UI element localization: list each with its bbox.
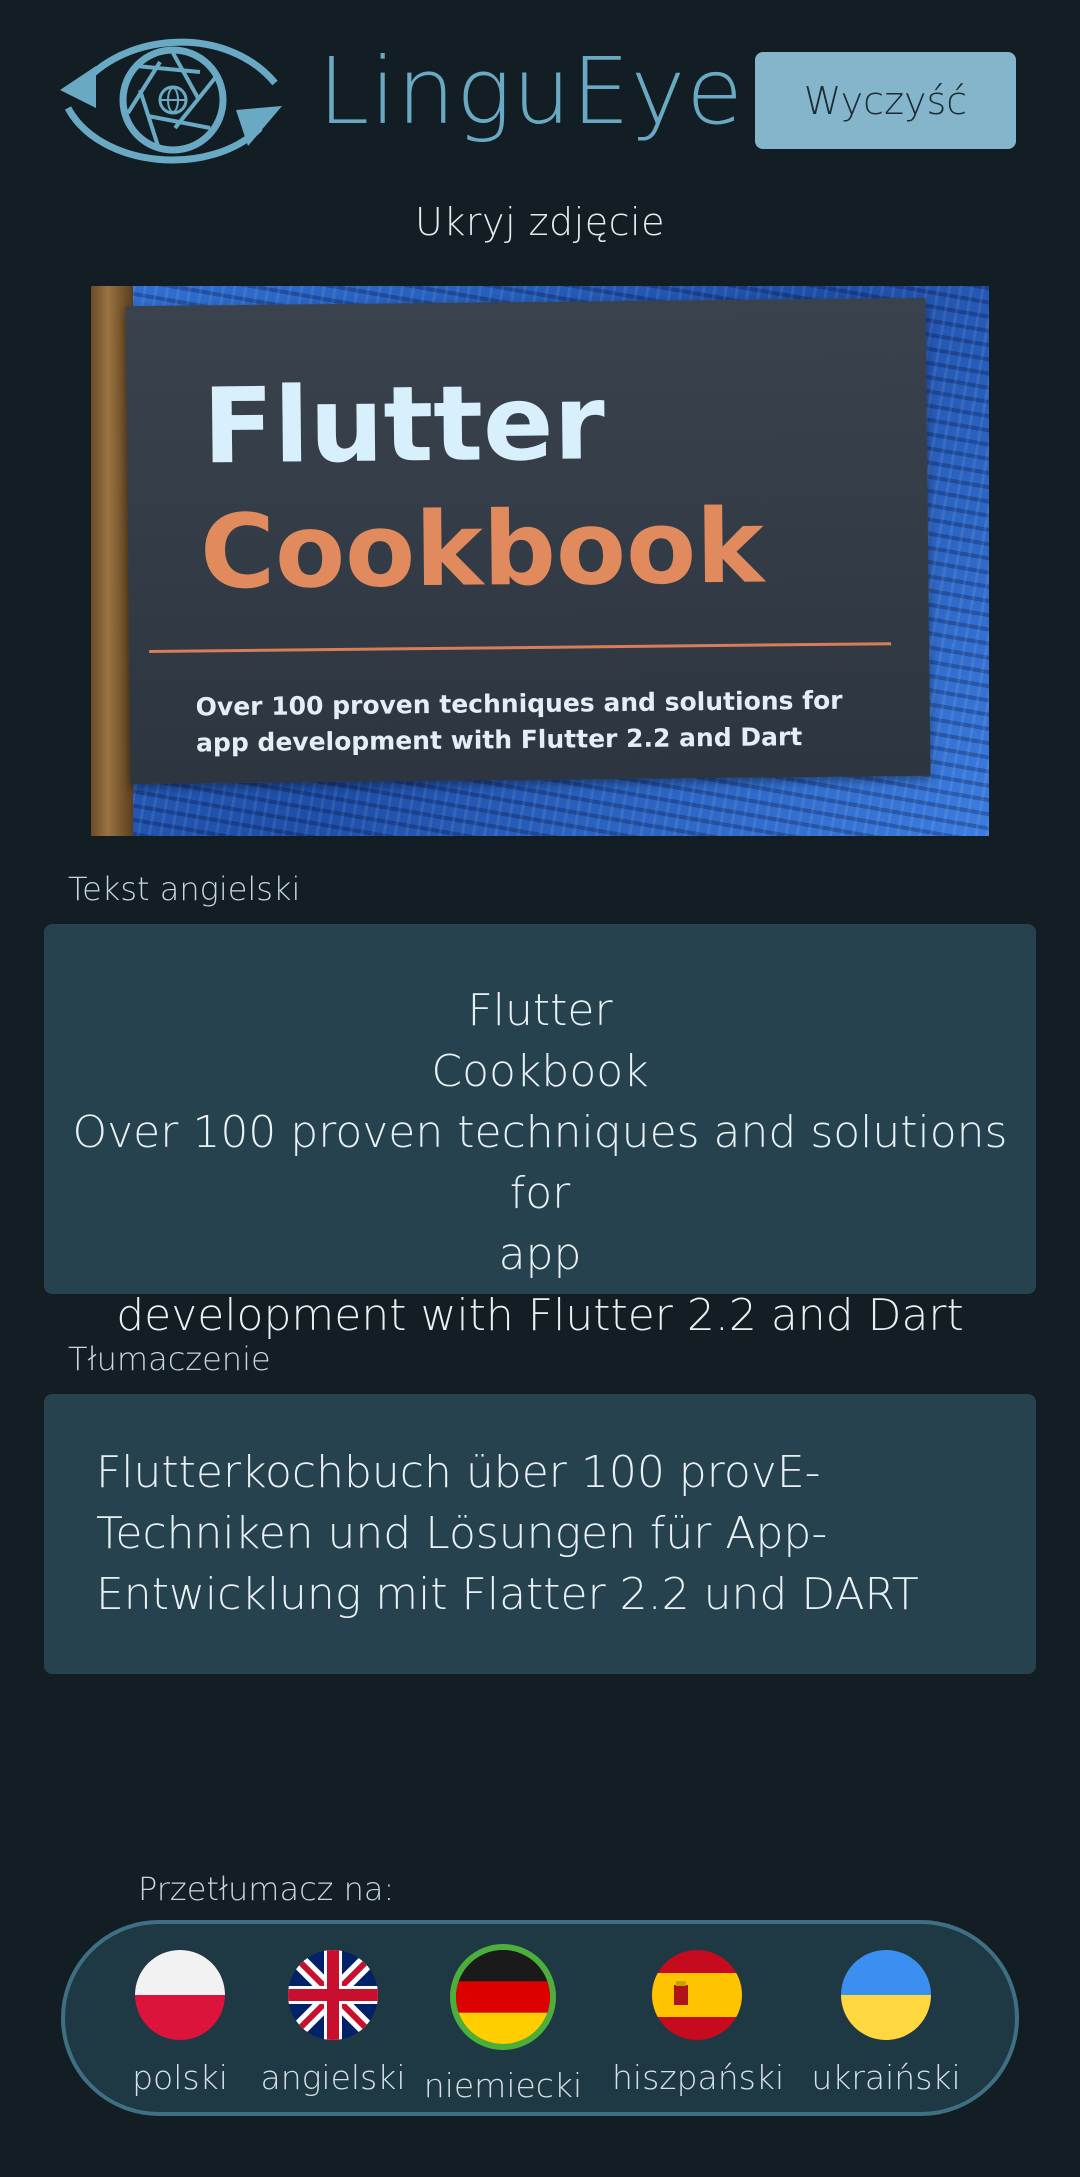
ukraine-flag-icon (841, 1950, 931, 2040)
source-line: app (498, 1229, 582, 1280)
clear-button[interactable]: Wyczyść (755, 52, 1016, 149)
poland-flag-icon (135, 1950, 225, 2040)
book-subtitle: Over 100 proven techniques and solutions… (195, 685, 843, 758)
language-label: angielski (260, 2058, 406, 2097)
translation-label: Tłumaczenie (68, 1340, 271, 1378)
spain-flag-icon (652, 1950, 742, 2040)
language-label: hiszpański (612, 2058, 785, 2097)
source-text-label: Tekst angielski (68, 870, 301, 908)
language-option-polski[interactable]: polski (95, 1924, 265, 2120)
language-label: polski (132, 2058, 228, 2097)
language-option-angielski[interactable]: angielski (248, 1924, 418, 2120)
book-divider (149, 642, 892, 653)
source-text: Flutter Cookbook Over 100 proven techniq… (44, 980, 1036, 1346)
language-selector: polski angielski niemiecki hiszpański uk… (61, 1920, 1019, 2116)
language-option-ukrainski[interactable]: ukraiński (801, 1924, 971, 2120)
app-header: LinguEye Wyczyść (0, 0, 1080, 190)
translate-to-label: Przetłumacz na: (138, 1870, 395, 1908)
book-title-line1: Flutter (202, 361, 606, 488)
book-cover: Flutter Cookbook Over 100 proven techniq… (125, 297, 931, 785)
book-title-line2: Cookbook (199, 487, 765, 613)
captured-photo: Flutter Cookbook Over 100 proven techniq… (91, 286, 989, 836)
app-name: LinguEye (318, 38, 744, 145)
source-line: Over 100 proven techniques and solutions… (72, 1107, 1008, 1219)
eye-camera-logo-icon (60, 38, 282, 164)
language-option-hiszpanski[interactable]: hiszpański (612, 1924, 785, 2120)
language-option-niemiecki[interactable]: niemiecki (418, 1924, 588, 2120)
language-label: niemiecki (423, 2066, 583, 2105)
germany-flag-icon (450, 1944, 556, 2050)
translation-card: Flutterkochbuch über 100 provE-Techniken… (44, 1394, 1036, 1674)
source-line: Flutter (467, 985, 613, 1036)
translation-text: Flutterkochbuch über 100 provE-Techniken… (96, 1447, 919, 1620)
source-line: development with Flutter 2.2 and Dart (116, 1290, 964, 1341)
hide-photo-toggle[interactable]: Ukryj zdjęcie (0, 200, 1080, 244)
language-label: ukraiński (811, 2058, 961, 2097)
uk-flag-icon (288, 1950, 378, 2040)
source-line: Cookbook (431, 1046, 649, 1097)
source-text-card: Flutter Cookbook Over 100 proven techniq… (44, 924, 1036, 1341)
